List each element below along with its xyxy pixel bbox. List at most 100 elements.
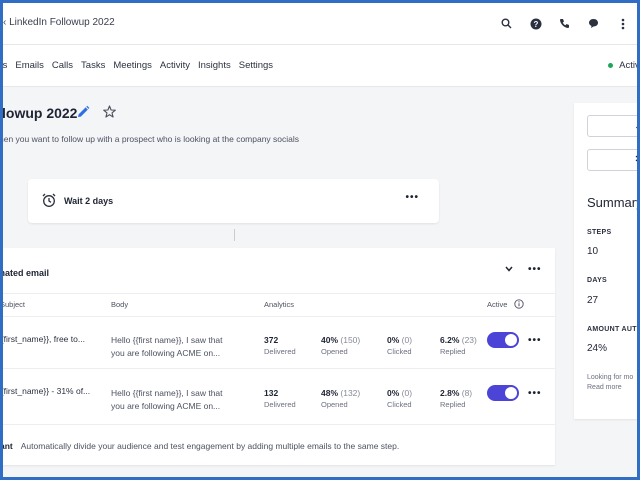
more-vertical-icon[interactable] [614,15,631,32]
stat-value: 0% [387,388,400,398]
stat-delivered: 132 Delivered [264,388,296,409]
stat-clicked: 0% (0) Clicked [387,388,412,409]
stat-count: (150) [340,335,361,345]
tab-activity[interactable]: Activity [160,60,190,71]
stat-value: 132 [264,388,279,398]
tab-steps[interactable]: ts [3,60,7,71]
email-subject: {{first_name}} - 31% of... [3,386,91,396]
email-subject: {{first_name}}, free to... [3,334,85,344]
chevron-down-icon[interactable] [505,266,513,272]
amount-label: AMOUNT AUT [587,326,637,333]
stat-label: Clicked [387,400,412,409]
close-icon [635,155,637,162]
tab-meetings[interactable]: Meetings [113,60,152,71]
search-icon[interactable] [498,15,515,32]
email-body-line: you are following ACME on... [111,348,221,358]
active-toggle[interactable] [487,385,519,401]
tab-insights[interactable]: Insights [198,60,231,71]
stat-count: (23) [461,335,477,345]
tab-emails[interactable]: Emails [15,60,44,71]
ab-test-label: ant [3,441,13,451]
stat-count: (0) [401,335,413,345]
chat-icon[interactable] [585,15,602,32]
wait-step-card[interactable]: Wait 2 days ••• [28,179,439,223]
stat-count: (0) [401,388,413,398]
download-icon [636,121,637,131]
divider [3,424,555,425]
wait-step-label: Wait 2 days [64,196,114,206]
column-header-body: Body [111,300,129,309]
row-more-button[interactable]: ••• [528,388,542,399]
summary-panel: Summary STEPS 10 DAYS 27 AMOUNT AUT 24% … [574,103,637,419]
stat-replied: 6.2% (23) Replied [440,335,477,356]
tab-tasks[interactable]: Tasks [81,60,105,71]
email-body-line: you are following ACME on... [111,401,221,411]
divider [3,368,555,369]
tab-settings[interactable]: Settings [239,60,273,71]
alarm-clock-icon [41,192,57,208]
app-window: ‹ LinkedIn Followup 2022 ? ts Emails Cal… [3,3,637,477]
summary-note: Looking for mo Read more [587,373,633,393]
amount-value: 24% [587,343,608,354]
step-connector [234,229,235,241]
stat-value: 372 [264,335,279,345]
days-value: 27 [587,295,599,306]
tab-list: ts Emails Calls Tasks Meetings Activity … [3,60,273,71]
row-more-button[interactable]: ••• [528,335,542,346]
stat-delivered: 372 Delivered [264,335,296,356]
top-bar: ‹ LinkedIn Followup 2022 ? [3,3,637,45]
help-icon[interactable]: ? [527,15,544,32]
info-icon[interactable] [514,299,524,309]
page-title: lowup 2022 [3,105,78,121]
tab-calls[interactable]: Calls [52,60,73,71]
email-body-line: Hello {{first name}}, I saw that [111,335,223,345]
email-body-line: Hello {{first name}}, I saw that [111,388,223,398]
read-more-link[interactable]: Read more [587,383,633,393]
active-dot-icon [608,63,614,68]
breadcrumb[interactable]: ‹ LinkedIn Followup 2022 [3,17,115,28]
ab-test-text: Automatically divide your audience and t… [20,441,400,451]
wait-step-more-button[interactable]: ••• [405,192,419,203]
email-step-title: mated email [3,268,50,278]
stat-opened: 48% (132) Opened [321,388,360,409]
column-header-active: Active [487,300,508,309]
email-body-preview: Hello {{first name}}, I saw that you are… [111,387,223,413]
stat-value: 40% [321,335,339,345]
stat-label: Opened [321,400,348,409]
panel-action-button[interactable] [587,115,637,137]
column-header-subject: Subject [3,300,26,309]
steps-label: STEPS [587,229,612,236]
steps-value: 10 [587,246,599,257]
top-icons: ? [498,15,631,32]
ab-test-hint: ant Automatically divide your audience an… [3,441,399,451]
stat-label: Delivered [264,400,296,409]
pencil-icon[interactable] [76,104,90,120]
stat-value: 6.2% [440,335,460,345]
stat-label: Clicked [387,347,412,356]
summary-note-text: Looking for mo [587,374,634,381]
stat-label: Replied [440,347,466,356]
email-step-more-button[interactable]: ••• [528,264,542,275]
star-icon[interactable] [102,104,117,120]
stat-clicked: 0% (0) Clicked [387,335,412,356]
stat-value: 2.8% [440,388,460,398]
panel-secondary-button[interactable] [587,149,637,171]
stat-label: Opened [321,347,348,356]
column-header-analytics: Analytics [264,300,295,309]
divider [3,316,555,317]
status-indicator[interactable]: Active [608,60,637,71]
days-label: DAYS [587,277,608,284]
stat-label: Replied [440,400,466,409]
email-body-preview: Hello {{first name}}, I saw that you are… [111,334,223,360]
nav-bar: ts Emails Calls Tasks Meetings Activity … [3,45,637,87]
stat-count: (132) [340,388,361,398]
stat-replied: 2.8% (8) Replied [440,388,472,409]
svg-text:?: ? [533,20,538,29]
phone-icon[interactable] [556,15,573,32]
stat-label: Delivered [264,347,296,356]
summary-title: Summary [587,195,637,210]
stat-count: (8) [461,388,473,398]
status-label: Active [619,60,637,71]
divider [3,293,555,294]
active-toggle[interactable] [487,332,519,348]
